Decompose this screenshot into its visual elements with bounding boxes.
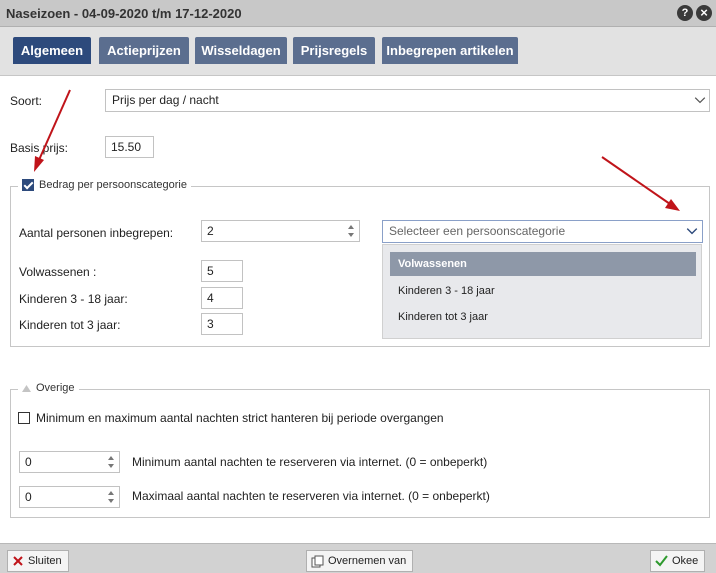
overnemen-label: Overnemen van: [328, 555, 407, 567]
persoonscategorie-legend-label: Bedrag per persoonscategorie: [39, 179, 187, 191]
tab-bar: Algemeen Actieprijzen Wisseldagen Prijsr…: [0, 27, 716, 76]
persoonscategorie-select[interactable]: Selecteer een persoonscategorie: [382, 220, 703, 243]
close-x-icon: [13, 556, 23, 566]
help-icon[interactable]: ?: [677, 5, 693, 21]
basis-prijs-label: Basis prijs:: [10, 141, 69, 155]
tab-algemeen[interactable]: Algemeen: [13, 37, 91, 64]
spinner-icon[interactable]: [107, 455, 115, 469]
kinderen-tot-3-label: Kinderen tot 3 jaar:: [19, 318, 121, 332]
overige-legend-label: Overige: [36, 382, 75, 394]
window-title: Naseizoen - 04-09-2020 t/m 17-12-2020: [6, 6, 242, 21]
min-nachten-label: Minimum aantal nachten te reserveren via…: [132, 455, 488, 469]
volwassenen-input[interactable]: 5: [201, 260, 243, 282]
dropdown-option-volwassenen[interactable]: Volwassenen: [390, 252, 696, 276]
strict-checkbox[interactable]: [18, 412, 30, 424]
aantal-personen-label: Aantal personen inbegrepen:: [19, 226, 174, 240]
collapse-triangle-icon[interactable]: [22, 384, 31, 392]
dropdown-option-kinderen-tot-3[interactable]: Kinderen tot 3 jaar: [390, 305, 696, 329]
max-nachten-input[interactable]: 0: [19, 486, 120, 508]
overige-legend[interactable]: Overige: [18, 382, 79, 394]
aantal-personen-input[interactable]: 2: [201, 220, 360, 242]
persoonscategorie-legend: Bedrag per persoonscategorie: [18, 179, 191, 191]
tab-actieprijzen[interactable]: Actieprijzen: [99, 37, 189, 64]
persoonscategorie-checkbox[interactable]: [22, 179, 34, 191]
copy-icon: [311, 555, 324, 567]
tab-inbegrepen-artikelen[interactable]: Inbegrepen artikelen: [382, 37, 518, 64]
kinderen-3-18-input[interactable]: 4: [201, 287, 243, 309]
dropdown-option-kinderen-3-18[interactable]: Kinderen 3 - 18 jaar: [390, 279, 696, 303]
check-icon: [655, 555, 668, 567]
okee-button[interactable]: Okee: [650, 550, 706, 572]
spinner-icon[interactable]: [107, 490, 115, 504]
volwassenen-label: Volwassenen :: [19, 265, 97, 279]
aantal-personen-value: 2: [207, 224, 214, 238]
close-icon[interactable]: ×: [696, 5, 712, 21]
title-bar: Naseizoen - 04-09-2020 t/m 17-12-2020 ? …: [0, 0, 716, 27]
min-nachten-value: 0: [25, 455, 32, 469]
min-nachten-input[interactable]: 0: [19, 451, 120, 473]
max-nachten-value: 0: [25, 490, 32, 504]
chevron-down-icon: [686, 228, 698, 235]
tab-prijsregels[interactable]: Prijsregels: [293, 37, 375, 64]
strict-option[interactable]: Minimum en maximum aantal nachten strict…: [18, 411, 444, 425]
okee-label: Okee: [672, 555, 699, 567]
soort-label: Soort:: [10, 94, 43, 108]
kinderen-tot-3-input[interactable]: 3: [201, 313, 243, 335]
spinner-icon[interactable]: [347, 224, 355, 238]
chevron-down-icon: [694, 97, 706, 104]
tab-wisseldagen[interactable]: Wisseldagen: [195, 37, 287, 64]
sluiten-label: Sluiten: [28, 555, 62, 567]
soort-select[interactable]: Prijs per dag / nacht: [105, 89, 710, 112]
basis-prijs-input[interactable]: 15.50: [105, 136, 154, 158]
persoonscategorie-dropdown: Volwassenen Kinderen 3 - 18 jaar Kindere…: [382, 244, 702, 339]
soort-select-value: Prijs per dag / nacht: [112, 93, 219, 107]
persoonscategorie-select-placeholder: Selecteer een persoonscategorie: [389, 224, 566, 238]
overnemen-button[interactable]: Overnemen van: [306, 550, 414, 572]
kinderen-3-18-label: Kinderen 3 - 18 jaar:: [19, 292, 128, 306]
sluiten-button[interactable]: Sluiten: [7, 550, 69, 572]
max-nachten-label: Maximaal aantal nachten te reserveren vi…: [132, 489, 490, 503]
strict-label: Minimum en maximum aantal nachten strict…: [36, 411, 444, 425]
dialog-footer: Sluiten Overnemen van Okee: [0, 543, 716, 573]
